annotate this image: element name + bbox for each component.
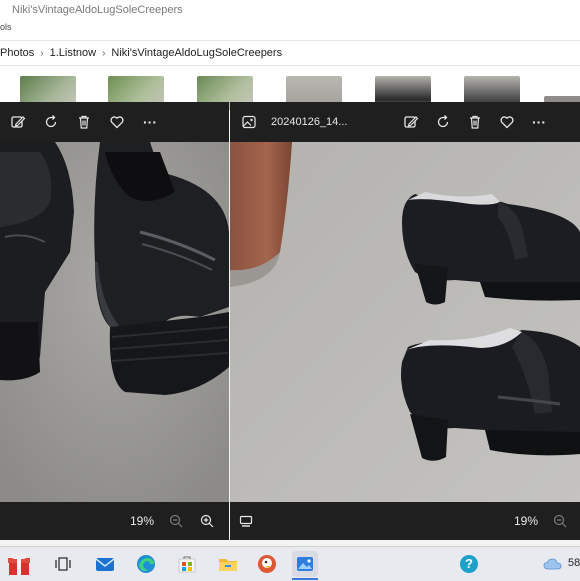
edge-icon[interactable] bbox=[133, 551, 159, 577]
mail-icon[interactable] bbox=[92, 551, 118, 577]
favorite-icon[interactable] bbox=[491, 106, 523, 138]
viewer-toolbar: 20240126_14... ··· bbox=[230, 102, 580, 142]
zoom-level: 19% bbox=[130, 514, 155, 528]
photo-viewer-right: 20240126_14... ··· 19% bbox=[230, 102, 580, 540]
rotate-icon[interactable] bbox=[35, 106, 67, 138]
file-explorer-icon[interactable] bbox=[215, 551, 241, 577]
weather-temperature: 58 bbox=[568, 557, 580, 569]
filmstrip-icon[interactable] bbox=[230, 505, 262, 537]
photo-canvas bbox=[230, 142, 580, 502]
explorer-title: Niki'sVintageAldoLugSoleCreepers bbox=[12, 4, 183, 16]
zoom-out-icon[interactable] bbox=[160, 505, 192, 537]
breadcrumb-item-photos[interactable]: Photos bbox=[0, 47, 34, 59]
help-icon[interactable]: ? bbox=[456, 551, 482, 577]
favorite-icon[interactable] bbox=[101, 106, 133, 138]
task-view-icon[interactable] bbox=[50, 551, 76, 577]
help-label: ? bbox=[465, 556, 473, 571]
duckduckgo-icon[interactable] bbox=[254, 551, 280, 577]
taskbar: ? 58 bbox=[0, 546, 580, 581]
ribbon-tab-tools[interactable]: ols bbox=[0, 22, 12, 32]
delete-icon[interactable] bbox=[459, 106, 491, 138]
rotate-icon[interactable] bbox=[427, 106, 459, 138]
file-name: 20240126_14... bbox=[271, 116, 348, 128]
chevron-right-icon: › bbox=[40, 47, 44, 59]
zoom-level: 19% bbox=[514, 514, 539, 528]
photo-viewer-left: ··· 19% bbox=[0, 102, 229, 540]
more-icon[interactable]: ··· bbox=[523, 106, 555, 138]
viewer-toolbar: ··· bbox=[0, 102, 231, 142]
gallery-icon[interactable] bbox=[233, 106, 265, 138]
breadcrumb-item-folder[interactable]: Niki'sVintageAldoLugSoleCreepers bbox=[111, 47, 282, 59]
zoom-in-icon[interactable] bbox=[191, 505, 223, 537]
breadcrumb-item-listnow[interactable]: 1.Listnow bbox=[50, 47, 96, 59]
edit-icon[interactable] bbox=[2, 106, 34, 138]
zoom-out-icon[interactable] bbox=[544, 505, 576, 537]
more-icon[interactable]: ··· bbox=[134, 106, 166, 138]
gift-icon[interactable] bbox=[6, 551, 32, 577]
chevron-right-icon: › bbox=[102, 47, 106, 59]
weather-icon[interactable] bbox=[540, 551, 566, 577]
store-icon[interactable] bbox=[174, 551, 200, 577]
edit-icon[interactable] bbox=[395, 106, 427, 138]
photos-icon[interactable] bbox=[292, 551, 318, 577]
viewer-bottom-bar: 19% bbox=[0, 502, 229, 540]
delete-icon[interactable] bbox=[68, 106, 100, 138]
viewer-bottom-bar: 19% bbox=[230, 502, 580, 540]
breadcrumb: Photos › 1.Listnow › Niki'sVintageAldoLu… bbox=[0, 40, 580, 66]
photo-canvas bbox=[0, 142, 229, 502]
